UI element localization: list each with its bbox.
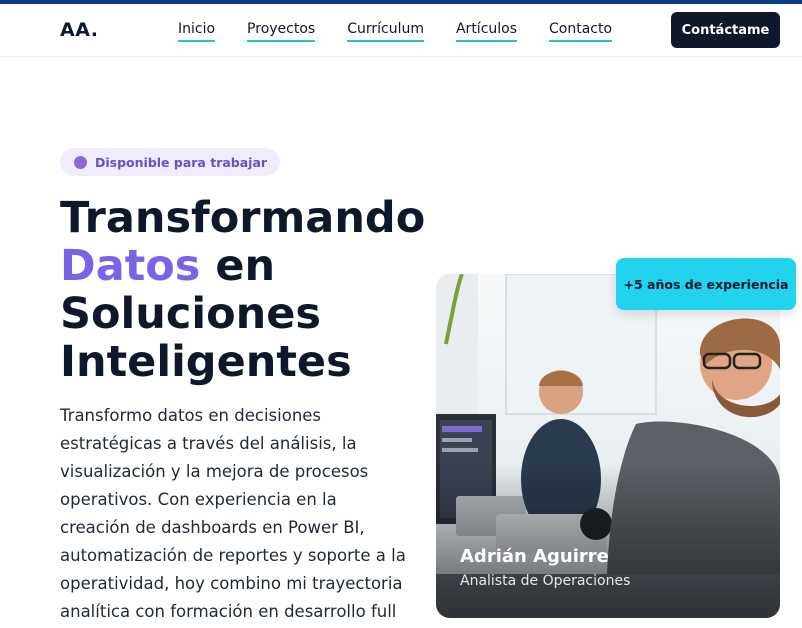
nav-link-inicio[interactable]: Inicio: [178, 21, 216, 42]
headline-line-2: Datos en: [60, 242, 420, 290]
headline-line-1: Transformando: [60, 193, 426, 243]
status-dot-icon: [74, 155, 87, 169]
availability-badge-label: Disponible para trabajar: [95, 154, 268, 170]
hero-description: Transformo datos en decisiones estratégi…: [60, 406, 406, 621]
contact-button[interactable]: Contáctame: [671, 12, 780, 48]
profile-name: Adrián Aguirre: [460, 546, 609, 567]
nav-link-contacto[interactable]: Contacto: [549, 21, 613, 42]
nav-link-proyectos[interactable]: Proyectos: [247, 21, 316, 42]
profile-role: Analista de Operaciones: [460, 573, 631, 589]
experience-badge-label: +5 años de experiencia: [623, 276, 789, 292]
profile-photo-card: Adrián Aguirre Analista de Operaciones: [436, 274, 780, 618]
availability-badge: Disponible para trabajar: [60, 148, 281, 176]
hero-headline: Transformando Datos en Soluciones Inteli…: [60, 193, 426, 387]
navbar: AA. Inicio Proyectos Currículum Artículo…: [0, 4, 802, 57]
headline-accent-datos: Datos: [60, 241, 201, 291]
nav-link-curriculum[interactable]: Currículum: [347, 21, 424, 42]
nav-links: Inicio Proyectos Currículum Artículos Co…: [178, 21, 644, 42]
headline-line-2-rest: en: [200, 241, 276, 291]
headline-line-4: Inteligentes: [60, 337, 352, 387]
experience-badge: +5 años de experiencia: [616, 258, 796, 310]
logo[interactable]: AA.: [60, 19, 98, 41]
nav-link-articulos[interactable]: Artículos: [455, 21, 518, 42]
headline-accent-soluciones: Soluciones: [60, 289, 322, 339]
